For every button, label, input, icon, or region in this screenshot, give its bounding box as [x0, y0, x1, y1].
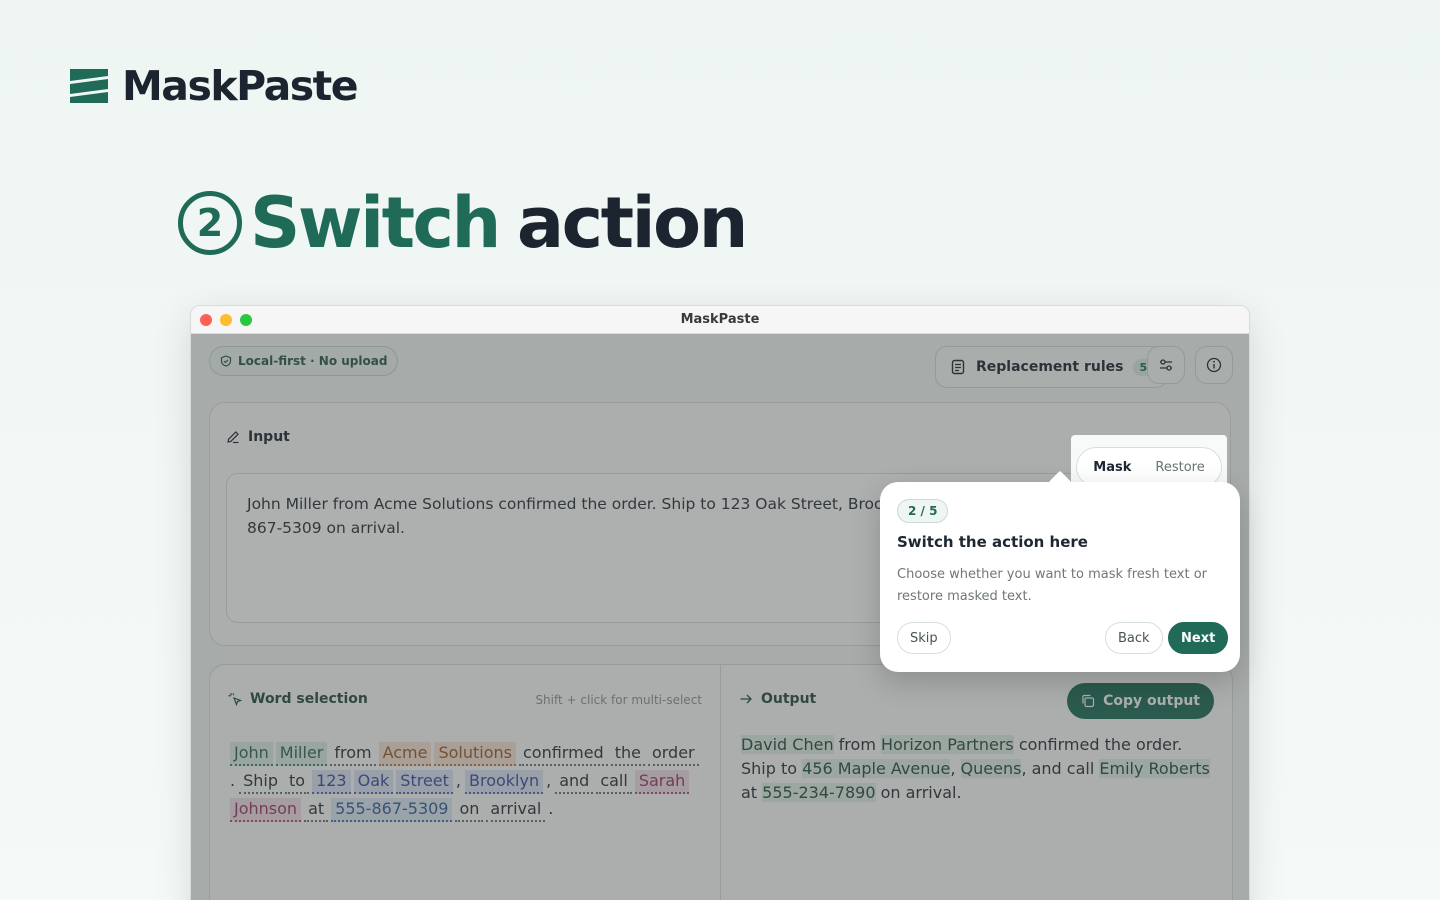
brand-name: MaskPaste [122, 62, 359, 110]
step-number-circle: 2 [178, 191, 242, 255]
tour-next-button[interactable]: Next [1168, 622, 1229, 654]
titlebar: MaskPaste [191, 306, 1249, 334]
headline-word-green: Switch [250, 182, 501, 264]
headline-word-dark: action [516, 182, 749, 264]
brand: MaskPaste [70, 62, 359, 110]
tour-description: Choose whether you want to mask fresh te… [897, 567, 1208, 604]
mode-mask-tab[interactable]: Mask [1081, 452, 1143, 482]
headline: 2 Switch action [178, 182, 749, 264]
zoom-window-button[interactable] [240, 314, 252, 326]
mode-restore-tab[interactable]: Restore [1143, 452, 1216, 482]
mode-toggle: Mask Restore [1076, 447, 1222, 487]
traffic-lights [200, 314, 252, 326]
tour-step-badge: 2 / 5 [897, 499, 949, 523]
close-window-button[interactable] [200, 314, 212, 326]
tour-back-button[interactable]: Back [1105, 622, 1163, 654]
window-title: MaskPaste [680, 312, 760, 327]
stripes-logo-icon [70, 69, 108, 103]
tour-title: Switch the action here [897, 533, 1088, 551]
minimize-window-button[interactable] [220, 314, 232, 326]
tour-skip-button[interactable]: Skip [897, 622, 951, 654]
tour-popover: 2 / 5 Switch the action here Choose whet… [880, 470, 1240, 672]
